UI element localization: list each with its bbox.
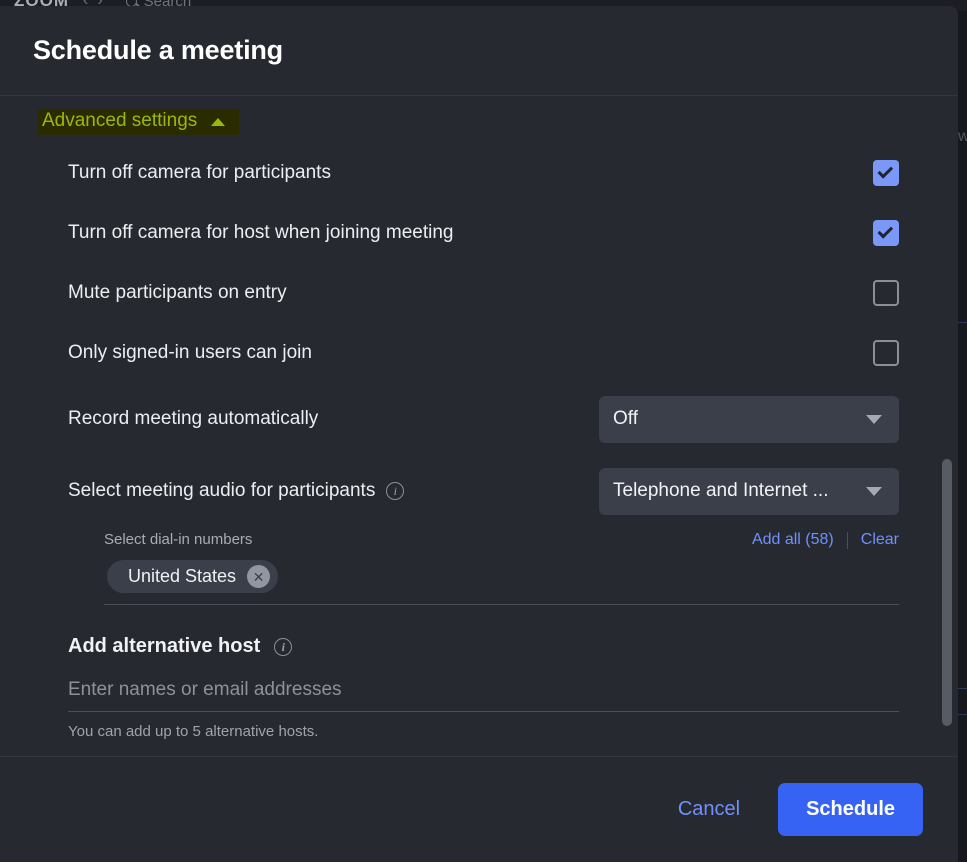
checkbox-signed-in-users[interactable]: [873, 340, 899, 366]
checkbox-mute-participants[interactable]: [873, 280, 899, 306]
setting-row-meeting-audio: Select meeting audio for participants i …: [0, 455, 958, 527]
setting-row-turn-off-camera-host[interactable]: Turn off camera for host when joining me…: [0, 203, 958, 263]
setting-label: Record meeting automatically: [68, 408, 319, 429]
dial-in-numbers-block: Select dial-in numbers Add all (58) Clea…: [0, 527, 958, 605]
close-circle-icon[interactable]: ✕: [247, 565, 271, 588]
caret-down-icon: [866, 414, 882, 424]
clear-link[interactable]: Clear: [861, 531, 899, 549]
dialog-scroll-area[interactable]: Advanced settings Turn off camera for pa…: [0, 96, 958, 756]
setting-row-record-meeting: Record meeting automatically Off: [0, 383, 958, 455]
cancel-button[interactable]: Cancel: [678, 798, 740, 821]
divider: [846, 531, 848, 549]
dial-in-actions: Add all (58) Clear: [752, 531, 899, 549]
background-text-fragment: w: [958, 128, 967, 145]
record-meeting-dropdown[interactable]: Off: [599, 395, 899, 443]
advanced-settings-label: Advanced settings: [42, 110, 198, 131]
background-rule: [958, 714, 967, 715]
schedule-meeting-dialog: Schedule a meeting Advanced settings Tur…: [0, 6, 958, 862]
meeting-audio-label-group: Select meeting audio for participants i: [68, 480, 405, 502]
info-icon[interactable]: i: [386, 482, 405, 500]
scrollbar-vertical[interactable]: [942, 96, 952, 756]
alternative-host-help-text: You can add up to 5 alternative hosts.: [68, 723, 319, 740]
record-meeting-value: Off: [613, 408, 638, 429]
setting-label: Turn off camera for host when joining me…: [68, 222, 454, 243]
alternative-host-title: Add alternative host: [68, 635, 261, 657]
info-icon[interactable]: i: [274, 637, 293, 656]
setting-row-turn-off-camera-participants[interactable]: Turn off camera for participants: [0, 143, 958, 203]
dialog-header: Schedule a meeting: [0, 6, 958, 96]
schedule-button[interactable]: Schedule: [778, 783, 923, 836]
setting-label: Select meeting audio for participants: [68, 480, 376, 501]
meeting-audio-value: Telephone and Internet ...: [613, 480, 829, 501]
dial-in-header: Select dial-in numbers Add all (58) Clea…: [104, 531, 899, 549]
caret-down-icon: [866, 486, 882, 496]
setting-label: Mute participants on entry: [68, 282, 287, 303]
dialog-body: Advanced settings Turn off camera for pa…: [0, 96, 958, 756]
caret-up-icon: [211, 118, 226, 126]
checkbox-turn-off-camera-host[interactable]: [873, 220, 899, 246]
chip-label: United States: [128, 566, 237, 586]
setting-row-signed-in-users[interactable]: Only signed-in users can join: [0, 323, 958, 383]
add-all-link[interactable]: Add all (58): [752, 531, 834, 549]
dial-in-chip-area[interactable]: United States ✕: [104, 560, 899, 605]
background-rule: [958, 322, 967, 323]
checkbox-turn-off-camera-participants[interactable]: [873, 160, 899, 186]
setting-label: Only signed-in users can join: [68, 342, 312, 363]
advanced-settings-toggle[interactable]: Advanced settings: [38, 109, 240, 135]
dial-in-label: Select dial-in numbers: [104, 531, 253, 548]
check-icon: [877, 163, 894, 179]
alternative-host-block: Add alternative host i You can add up to…: [0, 605, 958, 740]
dialog-footer: Cancel Schedule: [0, 756, 958, 862]
chip-united-states[interactable]: United States ✕: [107, 560, 279, 593]
meeting-audio-dropdown[interactable]: Telephone and Internet ...: [599, 467, 899, 515]
advanced-settings-row: Advanced settings: [0, 96, 958, 143]
setting-label: Turn off camera for participants: [68, 162, 331, 183]
check-icon: [877, 223, 894, 239]
alternative-host-input[interactable]: [68, 679, 899, 712]
scrollbar-thumb[interactable]: [942, 459, 952, 726]
page-title: Schedule a meeting: [33, 35, 283, 65]
background-rule: [958, 688, 967, 689]
setting-row-mute-participants[interactable]: Mute participants on entry: [0, 263, 958, 323]
alternative-host-title-group: Add alternative host i: [68, 635, 899, 658]
